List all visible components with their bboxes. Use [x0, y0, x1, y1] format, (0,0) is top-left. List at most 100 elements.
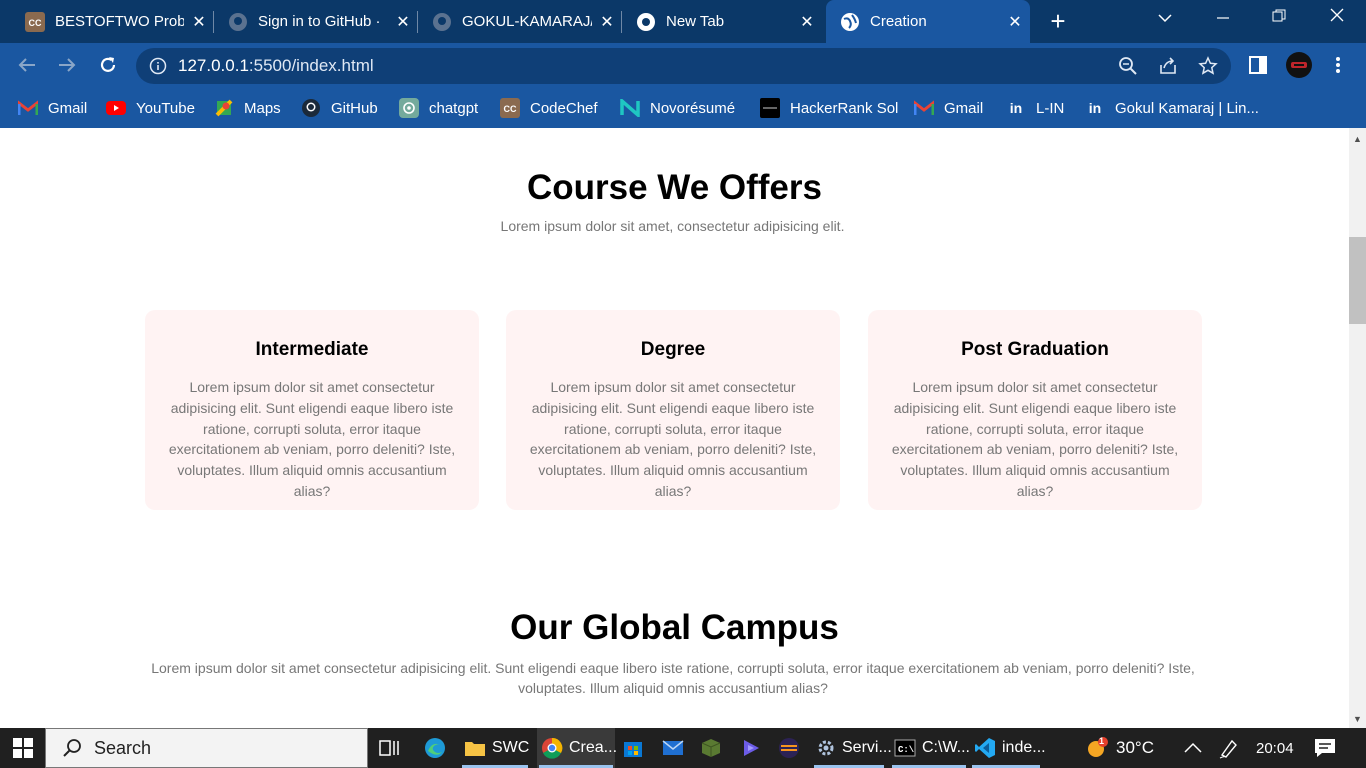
chrome-taskbar-button[interactable]: Crea...	[537, 728, 617, 768]
forward-arrow-icon[interactable]	[51, 49, 83, 81]
bookmark-gmail-2[interactable]: Gmail	[914, 97, 983, 119]
close-icon[interactable]: ✕	[184, 12, 214, 32]
bookmark-label: CodeChef	[530, 99, 598, 117]
task-view-icon	[378, 737, 400, 759]
browser-toolbar: 127.0.0.1:5500/index.html	[0, 43, 1366, 88]
taskbar-item-label: inde...	[1002, 739, 1046, 756]
gmail-icon	[914, 98, 934, 118]
bookmark-label: Gmail	[944, 99, 984, 117]
bookmark-label: GitHub	[331, 99, 378, 117]
codechef-icon: CC	[500, 98, 520, 118]
tab-gokul-kamaraj[interactable]: GOKUL-KAMARAJ/ ✕	[422, 0, 622, 43]
bookmark-youtube[interactable]: YouTube	[106, 97, 195, 119]
minimize-icon[interactable]	[1194, 0, 1252, 43]
bookmark-chatgpt[interactable]: chatgpt	[399, 97, 478, 119]
linkedin-icon: in	[1009, 100, 1023, 116]
page-scrollbar[interactable]: ▲ ▼	[1349, 128, 1366, 728]
restore-icon[interactable]	[1250, 0, 1308, 43]
back-arrow-icon[interactable]	[11, 49, 43, 81]
bookmark-l-in[interactable]: in L-IN	[1006, 97, 1065, 119]
profile-avatar-icon[interactable]	[1283, 49, 1315, 81]
bookmark-label: L-IN	[1036, 99, 1065, 117]
tray-overflow-chevron-icon[interactable]	[1184, 728, 1202, 768]
linkedin-icon: in	[1088, 100, 1102, 116]
bookmark-gmail[interactable]: Gmail	[18, 97, 87, 119]
course-card-post-graduation: Post Graduation Lorem ipsum dolor sit am…	[868, 310, 1202, 510]
media-taskbar-button[interactable]	[740, 728, 768, 768]
campus-section-subtitle: Lorem ipsum dolor sit amet consectetur a…	[151, 660, 1195, 696]
services-taskbar-button[interactable]: Servi...	[812, 728, 892, 768]
weather-widget[interactable]: 1 30°C	[1084, 728, 1154, 768]
tab-bestoftwo[interactable]: CC BESTOFTWO Probl ✕	[0, 0, 214, 43]
taskbar-search-box[interactable]: Search	[45, 728, 368, 768]
tab-search-chevron-icon[interactable]	[1136, 0, 1194, 43]
tab-title: BESTOFTWO Probl	[55, 13, 184, 30]
site-info-icon[interactable]	[146, 54, 170, 78]
close-icon[interactable]: ✕	[792, 12, 822, 32]
bookmark-label: chatgpt	[429, 99, 479, 117]
reload-icon[interactable]	[92, 49, 124, 81]
tab-separator	[417, 11, 418, 33]
github-icon	[228, 12, 248, 32]
bookmark-maps[interactable]: Maps	[214, 97, 281, 119]
course-card-degree: Degree Lorem ipsum dolor sit amet consec…	[506, 310, 840, 510]
course-card-text: Lorem ipsum dolor sit amet consectetur a…	[891, 379, 1179, 499]
tab-new-tab[interactable]: New Tab ✕	[626, 0, 822, 43]
address-bar[interactable]: 127.0.0.1:5500/index.html	[136, 48, 1231, 84]
tab-title: New Tab	[666, 13, 725, 30]
clock[interactable]: 20:04	[1256, 728, 1294, 768]
bookmark-label: Gokul Kamaraj | Lin...	[1115, 99, 1259, 117]
new-tab-button[interactable]: +	[1044, 6, 1072, 36]
close-icon[interactable]: ✕	[1000, 12, 1030, 32]
eclipse-taskbar-button[interactable]	[778, 728, 806, 768]
zoom-icon[interactable]	[1116, 54, 1140, 78]
bookmark-hackerrank[interactable]: HackerRank Sol	[760, 97, 898, 119]
store-taskbar-button[interactable]	[622, 728, 650, 768]
windows-start-icon[interactable]	[0, 728, 45, 768]
window-close-icon[interactable]	[1308, 0, 1366, 43]
task-view-button[interactable]	[378, 728, 406, 768]
minecraft-taskbar-button[interactable]	[700, 728, 728, 768]
scroll-down-icon[interactable]: ▼	[1353, 714, 1362, 724]
pen-ink-icon[interactable]	[1218, 728, 1240, 768]
bookmark-gokul-linkedin[interactable]: in Gokul Kamaraj | Lin...	[1085, 97, 1259, 119]
chrome-icon	[541, 737, 563, 759]
bookmark-star-icon[interactable]	[1196, 54, 1220, 78]
notifications-icon[interactable]	[1314, 728, 1336, 768]
bookmark-github[interactable]: GitHub	[301, 97, 378, 119]
globe-icon	[840, 12, 860, 32]
close-icon[interactable]: ✕	[388, 12, 418, 32]
share-icon[interactable]	[1156, 54, 1180, 78]
bookmark-codechef[interactable]: CC CodeChef	[500, 97, 598, 119]
services-gear-icon	[816, 737, 836, 759]
edge-taskbar-button[interactable]	[424, 728, 452, 768]
weather-temperature: 30°C	[1116, 738, 1154, 757]
cmd-taskbar-button[interactable]: C:\ C:\W...	[890, 728, 970, 768]
page-viewport: Course We Offers Lorem ipsum dolor sit a…	[0, 128, 1349, 728]
svg-text:C:\: C:\	[898, 745, 915, 755]
course-section-subtitle: Lorem ipsum dolor sit amet, consectetur …	[500, 218, 845, 234]
scrollbar-thumb[interactable]	[1349, 237, 1366, 324]
mail-taskbar-button[interactable]	[662, 728, 690, 768]
taskbar-item-label: Servi...	[842, 739, 892, 756]
course-card-text: Lorem ipsum dolor sit amet consectetur a…	[529, 379, 817, 499]
search-icon	[62, 738, 82, 758]
url-text: 127.0.0.1:5500/index.html	[178, 56, 374, 76]
course-card-title: Degree	[640, 339, 706, 360]
tab-github-signin[interactable]: Sign in to GitHub · ✕	[218, 0, 418, 43]
svg-text:CC: CC	[29, 18, 42, 28]
scroll-up-icon[interactable]: ▲	[1353, 134, 1362, 144]
vscode-icon	[974, 737, 996, 759]
youtube-icon	[106, 98, 126, 118]
gmail-icon	[18, 98, 38, 118]
edge-icon	[424, 737, 446, 759]
menu-kebab-icon[interactable]	[1322, 49, 1354, 81]
bookmark-novoresume[interactable]: Novorésumé	[620, 97, 735, 119]
vscode-taskbar-button[interactable]: inde...	[970, 728, 1046, 768]
side-panel-icon[interactable]	[1242, 49, 1274, 81]
tab-creation[interactable]: Creation ✕	[826, 0, 1030, 43]
close-icon[interactable]: ✕	[592, 12, 622, 32]
url-host: 127.0.0.1	[178, 56, 249, 75]
tab-separator	[213, 11, 214, 33]
explorer-swc-button[interactable]: SWC	[460, 728, 530, 768]
